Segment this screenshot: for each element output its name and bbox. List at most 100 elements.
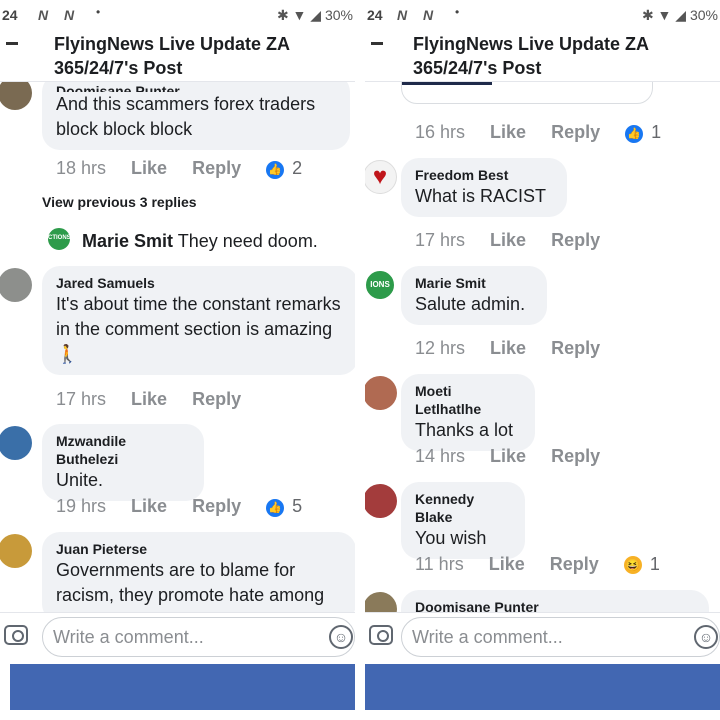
inline-reply[interactable]: Marie Smit They need doom. <box>82 229 318 253</box>
back-icon[interactable] <box>371 42 383 45</box>
comment-author[interactable]: Kennedy Blake <box>415 490 511 526</box>
notification-dot-icon: • <box>96 5 101 19</box>
reply-button[interactable]: Reply <box>551 228 600 252</box>
comment-bubble[interactable]: Moeti Letlhatlhe Thanks a lot <box>401 374 535 451</box>
comment-time: 17 hrs <box>56 389 107 409</box>
comment-time: 16 hrs <box>415 122 466 142</box>
bottom-bar <box>10 664 355 710</box>
comment-author[interactable]: Marie Smit <box>82 231 173 251</box>
reply-button[interactable]: Reply <box>192 494 241 518</box>
comment-time: 12 hrs <box>415 338 466 358</box>
comment-bubble[interactable]: Mzwandile Buthelezi Unite. <box>42 424 204 501</box>
emoji-icon[interactable]: ☺ <box>694 625 718 649</box>
like-button[interactable]: Like <box>131 156 167 180</box>
comment-text: It's about time the constant remarks in … <box>56 294 341 364</box>
panel-divider <box>355 0 365 720</box>
comment-text: You wish <box>415 528 487 548</box>
comment-time: 17 hrs <box>415 230 466 250</box>
avatar[interactable] <box>0 268 32 302</box>
comment-author[interactable]: Juan Pieterse <box>56 540 342 558</box>
like-button[interactable]: Like <box>490 120 526 144</box>
reply-button[interactable]: Reply <box>551 444 600 468</box>
comment-text: They need doom. <box>177 231 318 251</box>
avatar[interactable]: CTIONS <box>46 226 72 252</box>
status-time: 24 <box>2 7 18 23</box>
emoji-icon[interactable]: ☺ <box>329 625 353 649</box>
like-button[interactable]: Like <box>131 387 167 411</box>
avatar[interactable] <box>0 426 32 460</box>
comment-bubble[interactable]: Marie Smit Salute admin. <box>401 266 547 325</box>
notification-dot-icon: • <box>455 5 460 19</box>
attachment-frame <box>401 82 653 104</box>
view-previous-replies-link[interactable]: View previous 3 replies <box>42 194 197 210</box>
comment-bubble[interactable]: Freedom Best What is RACIST <box>401 158 567 217</box>
status-right: ✱ ▼ ◢ 30% <box>276 7 353 23</box>
avatar[interactable] <box>0 534 32 568</box>
comment-actions: 11 hrs Like Reply 😆 1 <box>415 552 660 576</box>
network-icon: N <box>397 7 408 23</box>
like-button[interactable]: Like <box>131 494 167 518</box>
reply-button[interactable]: Reply <box>551 336 600 360</box>
reply-button[interactable]: Reply <box>551 120 600 144</box>
network-icon: N <box>38 7 49 23</box>
reaction-count[interactable]: 1 <box>651 120 661 144</box>
comment-author[interactable]: Marie Smit <box>415 274 533 292</box>
comment-input[interactable] <box>401 617 720 657</box>
like-button[interactable]: Like <box>490 336 526 360</box>
like-button[interactable]: Like <box>490 444 526 468</box>
camera-icon[interactable] <box>4 625 28 645</box>
comment-author[interactable]: Moeti Letlhatlhe <box>415 382 521 418</box>
avatar-logo: CTIONS <box>46 226 72 252</box>
comment-text: What is RACIST <box>415 186 547 206</box>
network-icon: N <box>423 7 434 23</box>
comment-bubble[interactable]: Doomisane Punter And this scammers forex… <box>42 82 350 150</box>
network-icon: N <box>64 7 75 23</box>
comment-bubble[interactable]: Kennedy Blake You wish <box>401 482 525 559</box>
reaction-count[interactable]: 2 <box>292 156 302 180</box>
avatar[interactable] <box>0 82 32 110</box>
comment-input[interactable] <box>42 617 355 657</box>
attachment-image[interactable] <box>402 82 492 85</box>
avatar[interactable]: ♥ <box>365 160 397 194</box>
comment-time: 14 hrs <box>415 446 466 466</box>
comment-author[interactable]: Jared Samuels <box>56 274 344 292</box>
post-header: FlyingNews Live Update ZA 365/24/7's Pos… <box>0 28 355 82</box>
back-icon[interactable] <box>6 42 18 45</box>
battery-level: 30% <box>324 7 353 23</box>
comment-author[interactable]: Mzwandile Buthelezi <box>56 432 190 468</box>
like-button[interactable]: Like <box>489 552 525 576</box>
page-title: FlyingNews Live Update ZA 365/24/7's Pos… <box>54 34 290 78</box>
like-reaction-icon[interactable]: 👍 <box>266 161 285 179</box>
avatar[interactable] <box>365 484 397 518</box>
reply-button[interactable]: Reply <box>192 156 241 180</box>
comment-time: 19 hrs <box>56 496 107 516</box>
haha-reaction-icon[interactable]: 😆 <box>623 556 642 574</box>
like-reaction-icon[interactable]: 👍 <box>625 125 644 143</box>
comment-author[interactable]: Doomisane Punter <box>56 82 336 92</box>
avatar[interactable]: IONS <box>365 268 397 302</box>
comment-bubble[interactable]: Jared Samuels It's about time the consta… <box>42 266 355 375</box>
comment-text: Thanks a lot <box>415 420 514 440</box>
like-button[interactable]: Like <box>490 228 526 252</box>
comment-list: Doomisane Punter And this scammers forex… <box>0 82 355 615</box>
comment-author[interactable]: Freedom Best <box>415 166 553 184</box>
comment-actions: 19 hrs Like Reply 👍 5 <box>56 494 302 518</box>
comment-text: Unite. <box>56 470 104 490</box>
avatar[interactable] <box>365 376 397 410</box>
reaction-count[interactable]: 5 <box>292 494 302 518</box>
reply-button[interactable]: Reply <box>192 387 241 411</box>
avatar-logo: IONS <box>365 268 397 302</box>
comment-bubble[interactable]: Juan Pieterse Governments are to blame f… <box>42 532 355 615</box>
status-bar: 24 N N • ✱ ▼ ◢ 30% <box>0 0 355 30</box>
comment-composer: ☺ <box>365 612 720 662</box>
like-reaction-icon[interactable]: 👍 <box>266 499 285 517</box>
reaction-count[interactable]: 1 <box>650 552 660 576</box>
comment-actions: 12 hrs Like Reply <box>415 336 620 360</box>
left-screenshot: 24 N N • ✱ ▼ ◢ 30% FlyingNews Live Updat… <box>0 0 355 720</box>
right-screenshot: 24 N N • ✱ ▼ ◢ 30% FlyingNews Live Updat… <box>365 0 720 720</box>
status-time: 24 <box>367 7 383 23</box>
comment-actions: 17 hrs Like Reply <box>56 387 261 411</box>
camera-icon[interactable] <box>369 625 393 645</box>
reply-button[interactable]: Reply <box>550 552 599 576</box>
comment-time: 18 hrs <box>56 158 107 178</box>
